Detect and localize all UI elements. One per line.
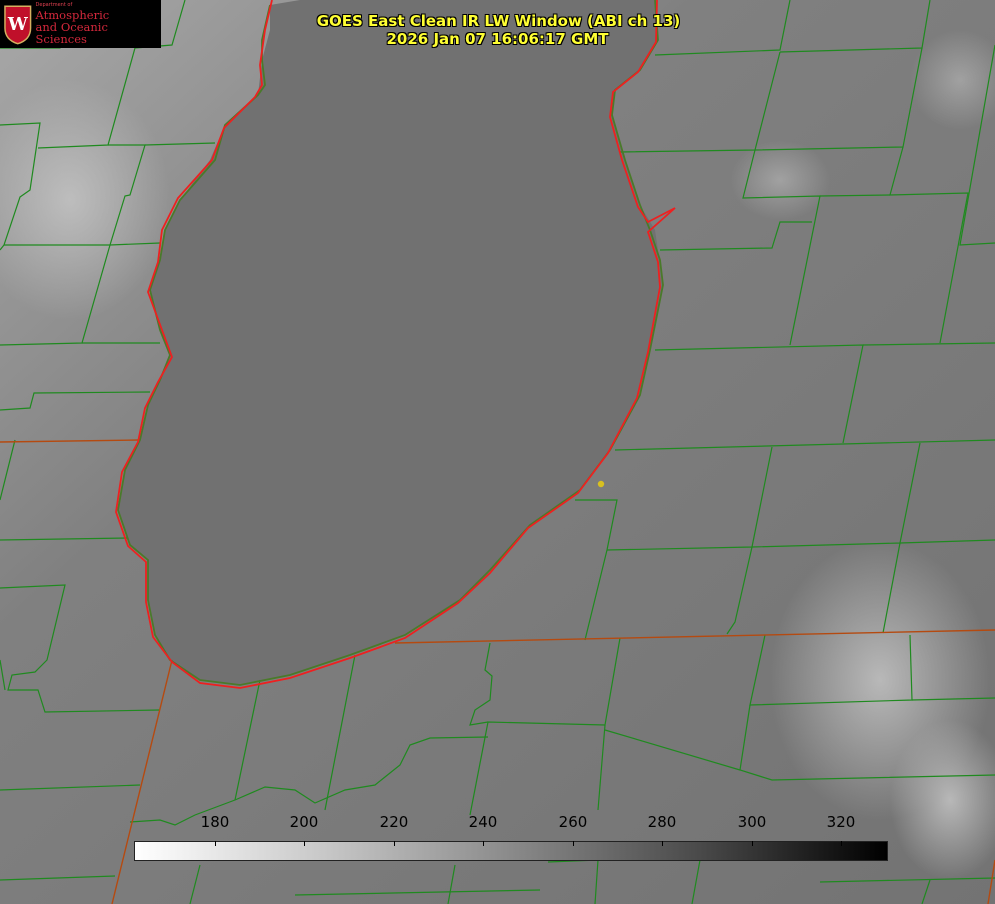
- cloud-patch-ne: [730, 140, 830, 220]
- colorbar-tick: [304, 841, 305, 846]
- colorbar-tick-labels: 180 200 220 240 260 280 300 320: [0, 813, 995, 835]
- colorbar-tick-label: 300: [737, 813, 767, 831]
- image-title: GOES East Clean IR LW Window (ABI ch 13)…: [0, 12, 995, 48]
- colorbar-tick: [573, 841, 574, 846]
- colorbar-tick-label: 280: [647, 813, 677, 831]
- colorbar-tick-label: 240: [468, 813, 498, 831]
- colorbar-tick: [752, 841, 753, 846]
- ir-satellite-map: [0, 0, 995, 904]
- satellite-image-viewer: W Department of Atmospheric and Oceanic …: [0, 0, 995, 904]
- colorbar-tick: [662, 841, 663, 846]
- colorbar-tick: [394, 841, 395, 846]
- colorbar-tick-label: 220: [379, 813, 409, 831]
- location-marker: [597, 480, 605, 488]
- colorbar-tick-label: 320: [826, 813, 856, 831]
- colorbar-tick-label: 260: [558, 813, 588, 831]
- temperature-colorbar: [134, 841, 888, 861]
- colorbar-tick: [841, 841, 842, 846]
- title-timestamp: 2026 Jan 07 16:06:17 GMT: [386, 30, 609, 48]
- colorbar-tick-label: 200: [289, 813, 319, 831]
- colorbar-tick-label: 180: [200, 813, 230, 831]
- colorbar-tick: [215, 841, 216, 846]
- colorbar-tick: [483, 841, 484, 846]
- title-product: GOES East Clean IR LW Window (ABI ch 13): [316, 12, 681, 30]
